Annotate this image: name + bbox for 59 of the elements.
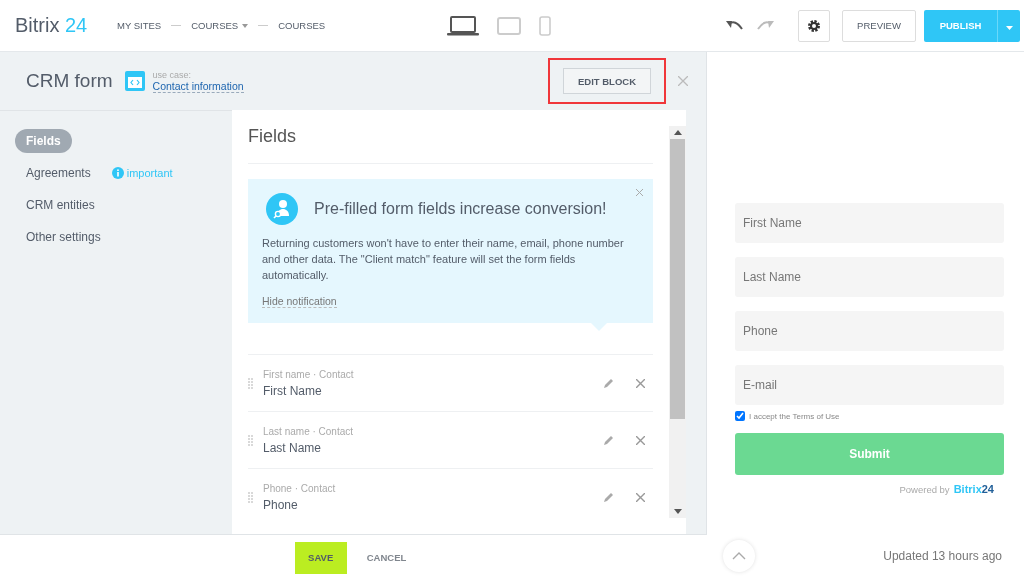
field-name: Phone [263, 497, 299, 512]
tablet-icon[interactable] [497, 16, 521, 35]
powered-by-label: Powered by [899, 483, 950, 495]
input-field[interactable]: Phone [735, 311, 1004, 351]
delete-icon[interactable] [636, 492, 645, 502]
use-case-label: use case: [152, 69, 193, 80]
redo-icon[interactable] [756, 19, 774, 32]
edit-icon[interactable] [603, 377, 614, 389]
menu-item[interactable]: Agreements [15, 161, 102, 185]
delete-icon[interactable] [636, 435, 645, 445]
edit-block-button[interactable]: EDIT BLOCK [562, 68, 651, 94]
terms-label: I accept the Terms of Use [749, 411, 840, 421]
gear-icon[interactable] [807, 18, 821, 33]
code-window-icon [124, 71, 145, 91]
close-icon[interactable] [678, 76, 688, 86]
edit-icon[interactable] [603, 491, 614, 503]
scroll-up-button[interactable] [723, 540, 755, 572]
phone-icon[interactable] [539, 15, 551, 36]
menu-item[interactable]: Other settings [15, 225, 112, 249]
bitrix-logo[interactable]: Bitrix 24 [15, 14, 115, 37]
section-title: Fields [248, 110, 653, 164]
terms-checkbox[interactable] [735, 411, 745, 421]
field-type-label: First name · Contact [263, 368, 355, 380]
caret-icon[interactable] [1005, 26, 1013, 30]
updated-label: Updated 13 hours ago [883, 549, 1002, 563]
use-case-link[interactable]: Contact information [152, 79, 244, 93]
field-name: Last Name [263, 440, 323, 455]
breadcrumb-link[interactable]: MY SITES [117, 20, 162, 31]
hide-notification-link[interactable]: Hide notification [262, 295, 337, 308]
laptop-icon[interactable] [447, 15, 479, 36]
drag-handle-icon[interactable] [248, 377, 253, 389]
info-icon [111, 167, 124, 179]
scrollbar[interactable] [669, 126, 686, 518]
breadcrumb-link[interactable]: COURSES [278, 20, 326, 31]
undo-icon[interactable] [726, 19, 744, 32]
menu-item[interactable]: CRM entities [15, 193, 106, 217]
delete-icon[interactable] [636, 378, 645, 388]
edit-icon[interactable] [603, 434, 614, 446]
drag-handle-icon[interactable] [248, 491, 253, 503]
field-type-label: Phone · Contact [263, 482, 337, 494]
user-search-icon [266, 193, 298, 225]
close-icon[interactable] [636, 189, 643, 196]
preview-button[interactable]: PREVIEW [842, 9, 916, 42]
notice-title: Pre-filled form fields increase conversion! [314, 200, 607, 218]
caret-icon[interactable] [242, 23, 249, 28]
chevron-up-icon[interactable] [732, 552, 746, 560]
field-type-label: Last name · Contact [263, 425, 355, 437]
breadcrumb-link[interactable]: COURSES [191, 20, 249, 31]
drag-handle-icon[interactable] [248, 434, 253, 446]
input-field[interactable]: E-mail [735, 365, 1004, 405]
input-field[interactable]: Last Name [735, 257, 1004, 297]
panel-title: CRM form [26, 70, 113, 92]
save-button[interactable]: SAVE [294, 541, 347, 574]
bitrix-logo: Bitrix24 [953, 483, 994, 495]
cancel-button[interactable]: CANCEL [360, 551, 413, 564]
notice-text: Returning customers won't have to enter their name, email, phone number and other data. The "Client match" feature will set the form fields automatically. [262, 236, 625, 283]
settings-button[interactable] [798, 9, 830, 42]
input-field[interactable]: First Name [735, 203, 1004, 243]
field-name: First Name [263, 383, 323, 398]
